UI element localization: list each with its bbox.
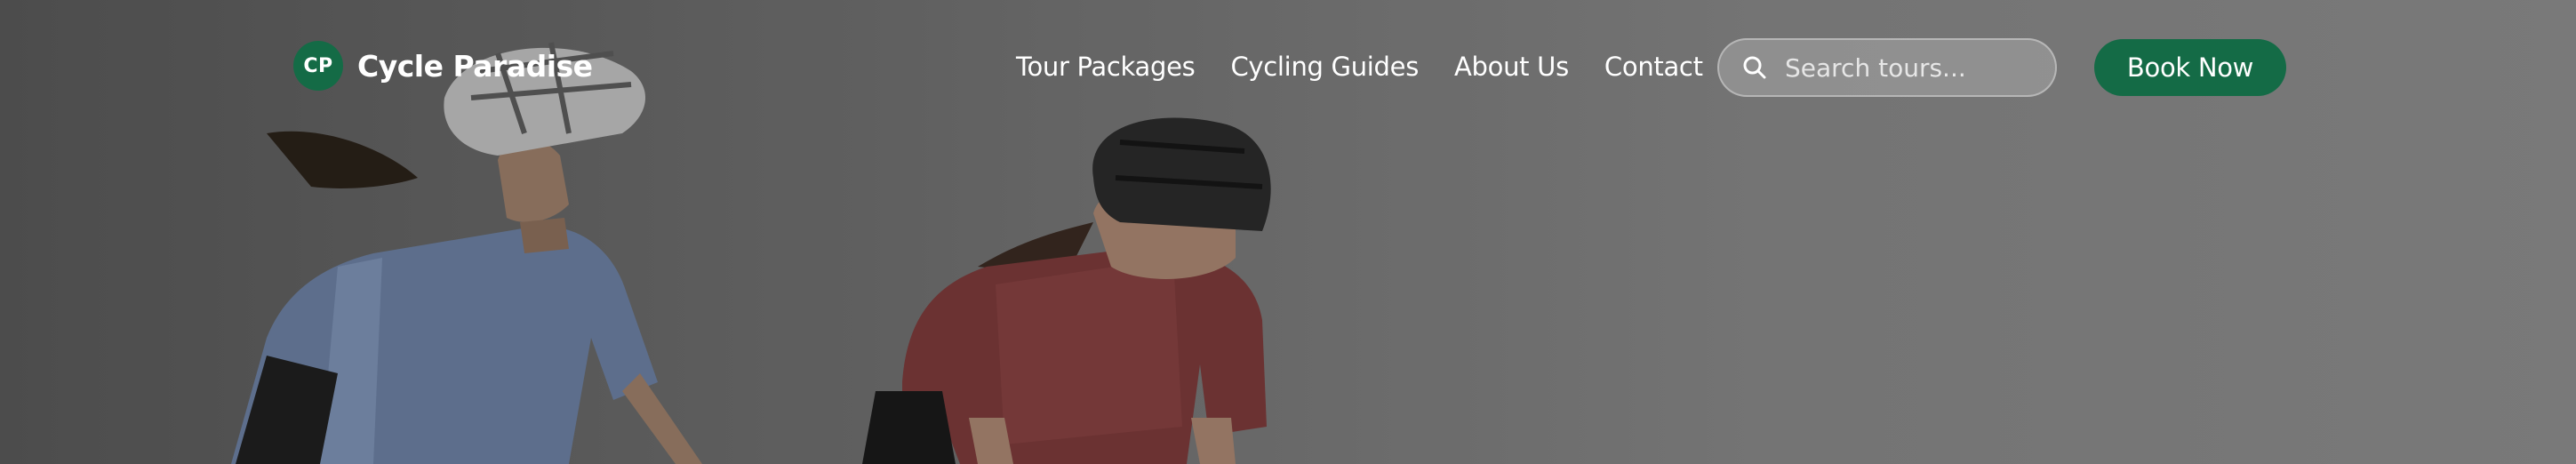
nav-link-cycling-guides[interactable]: Cycling Guides (1230, 52, 1419, 82)
search-icon (1740, 53, 1769, 82)
hero-section: CP Cycle Paradise Tour Packages Cycling … (0, 0, 2576, 464)
book-now-button[interactable]: Book Now (2094, 39, 2286, 96)
nav-link-about-us[interactable]: About Us (1454, 52, 1569, 82)
top-navigation: CP Cycle Paradise Tour Packages Cycling … (0, 0, 2576, 133)
brand-name: Cycle Paradise (357, 48, 593, 84)
nav-links: Tour Packages Cycling Guides About Us Co… (1016, 52, 1703, 82)
search-box[interactable] (1717, 38, 2057, 97)
brand-logo[interactable]: CP Cycle Paradise (293, 41, 593, 91)
nav-link-contact[interactable]: Contact (1604, 52, 1703, 82)
logo-badge: CP (293, 41, 343, 91)
search-input[interactable] (1785, 52, 2034, 83)
nav-link-tour-packages[interactable]: Tour Packages (1016, 52, 1196, 82)
